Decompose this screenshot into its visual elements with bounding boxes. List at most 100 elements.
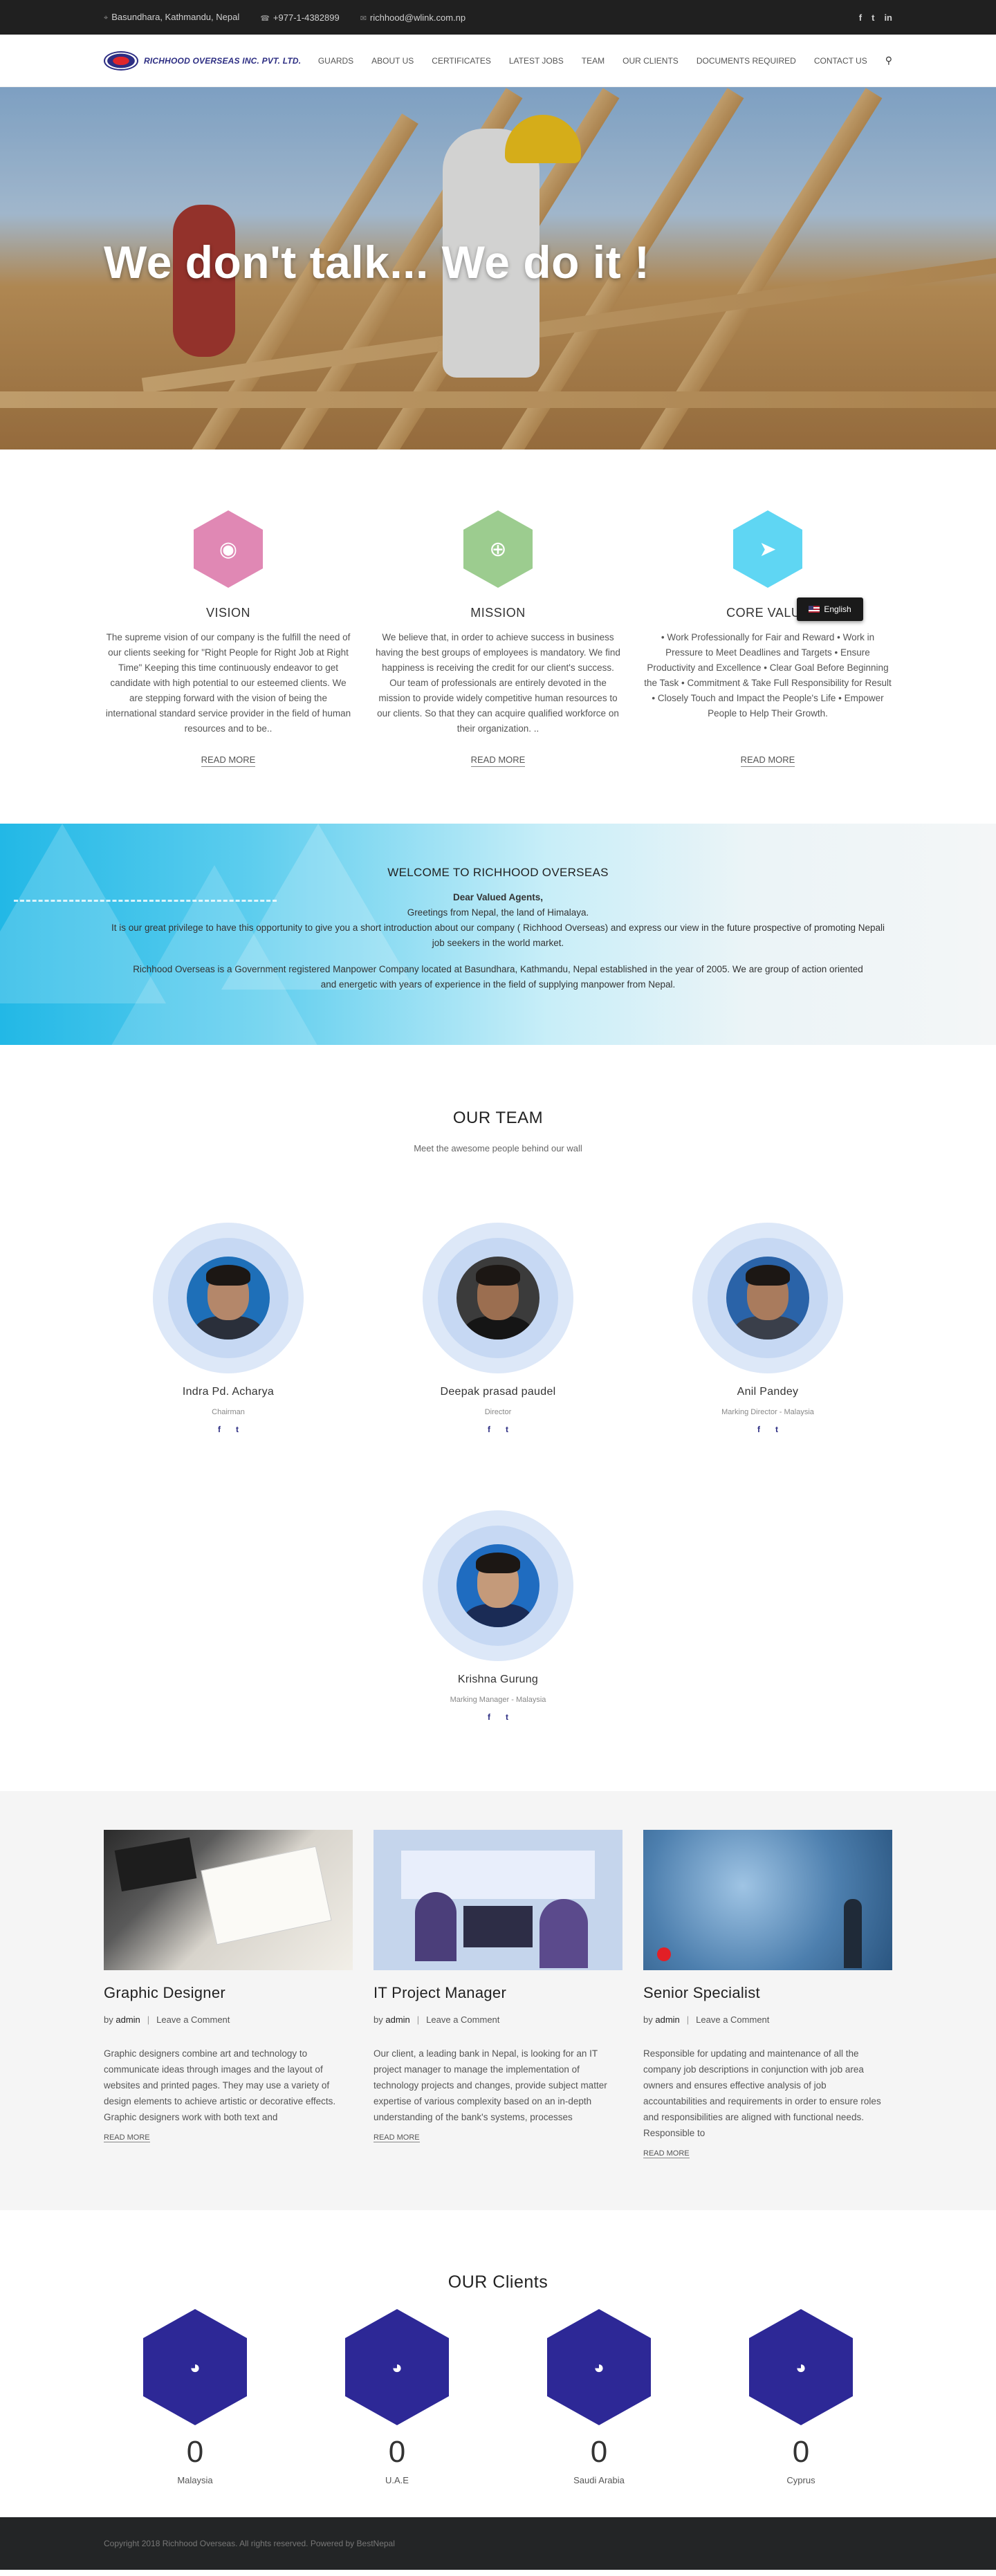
job-thumbnail[interactable] — [374, 1830, 622, 1970]
avatar-ring — [153, 1223, 304, 1373]
member-role: Chairman — [212, 1408, 245, 1416]
avatar-hair — [746, 1265, 790, 1286]
avatar — [456, 1257, 540, 1340]
client-country: Saudi Arabia — [573, 2475, 625, 2485]
brand-name: RICHHOOD OVERSEAS INC. PVT. LTD. — [144, 55, 302, 66]
client-country: Cyprus — [786, 2475, 815, 2485]
feature-text: We believe that, in order to achieve suc… — [376, 632, 620, 734]
facebook-icon[interactable]: f — [757, 1425, 760, 1434]
client-count: 0 — [186, 2435, 204, 2469]
team-row: Indra Pd. Acharya Chairman ft Deepak pra… — [0, 1223, 996, 1434]
job-author[interactable]: admin — [385, 2014, 409, 2025]
job-meta: by admin | Leave a Comment — [104, 2014, 353, 2025]
avatar-hair — [476, 1265, 520, 1286]
avatar-ring — [692, 1223, 843, 1373]
read-more-link[interactable]: READ MORE — [201, 754, 256, 767]
job-author[interactable]: admin — [655, 2014, 679, 2025]
phone: ☎ +977-1-4382899 — [260, 12, 340, 23]
leave-comment-link[interactable]: Leave a Comment — [696, 2014, 769, 2025]
nav-item-about-us[interactable]: ABOUT US — [371, 56, 414, 66]
vodafone-logo — [657, 1947, 671, 1961]
copyright-text: Copyright 2018 Richhood Overseas. All ri… — [104, 2539, 395, 2548]
client-country: U.A.E — [385, 2475, 409, 2485]
twitter-icon[interactable]: t — [872, 12, 874, 23]
job-excerpt: Responsible for updating and maintenance… — [643, 2048, 881, 2138]
job-card: Senior Specialist by admin | Leave a Comme… — [643, 1830, 892, 2176]
nav-item-certificates[interactable]: CERTIFICATES — [432, 56, 491, 66]
job-meta: by admin | Leave a Comment — [374, 2014, 622, 2025]
illustration-board — [401, 1851, 595, 1899]
twitter-icon[interactable]: t — [775, 1425, 778, 1434]
client-country: Malaysia — [177, 2475, 213, 2485]
client-hexagon: ◕ — [345, 2309, 449, 2425]
leave-comment-link[interactable]: Leave a Comment — [426, 2014, 499, 2025]
about-text: Richhood Overseas is a Government regist… — [133, 964, 863, 990]
job-title[interactable]: Graphic Designer — [104, 1984, 353, 2002]
job-author[interactable]: admin — [116, 2014, 140, 2025]
feature-text: The supreme vision of our company is the… — [105, 632, 351, 734]
read-more-link[interactable]: READ MORE — [643, 2149, 690, 2158]
twitter-icon[interactable]: t — [506, 1712, 508, 1722]
client-counter: ◕ 0 U.A.E — [345, 2309, 449, 2485]
facebook-icon[interactable]: f — [218, 1425, 221, 1434]
read-more-link[interactable]: READ MORE — [374, 2133, 420, 2142]
feature-core-value: ➤ CORE VALUE • Work Professionally for F… — [643, 510, 892, 767]
read-more-link[interactable]: READ MORE — [740, 754, 795, 767]
avatar-ring-inner — [438, 1238, 558, 1358]
lifebuoy-icon: ⊕ — [489, 537, 507, 561]
member-name: Anil Pandey — [737, 1386, 799, 1398]
member-role: Marking Director - Malaysia — [721, 1408, 814, 1416]
feature-title: MISSION — [470, 606, 526, 620]
nav-item-documents-required[interactable]: DOCUMENTS REQUIRED — [697, 56, 796, 66]
job-thumbnail[interactable] — [104, 1830, 353, 1970]
avatar-ring-inner — [438, 1526, 558, 1646]
sketch-paper — [201, 1846, 332, 1945]
logo[interactable]: RICHHOOD OVERSEAS INC. PVT. LTD. — [104, 50, 302, 71]
client-counter: ◕ 0 Cyprus — [749, 2309, 853, 2485]
hero-title: We don't talk... We do it ! — [104, 237, 650, 288]
client-hexagon: ◕ — [143, 2309, 247, 2425]
email[interactable]: ✉ richhood@wlink.com.np — [360, 12, 465, 23]
avatar-hair — [206, 1265, 250, 1286]
member-role: Marking Manager - Malaysia — [450, 1696, 546, 1704]
avatar-ring-inner — [708, 1238, 828, 1358]
search-icon[interactable]: ⚲ — [885, 55, 892, 66]
member-name: Krishna Gurung — [457, 1674, 539, 1685]
feature-hexagon: ⊕ — [463, 510, 533, 588]
leave-comment-link[interactable]: Leave a Comment — [156, 2014, 230, 2025]
businessman-figure — [844, 1899, 862, 1968]
facebook-icon[interactable]: f — [859, 12, 862, 23]
illustration-desk — [463, 1906, 533, 1947]
client-count: 0 — [792, 2435, 810, 2469]
meta-separator: | — [147, 2014, 150, 2025]
meta-separator: | — [686, 2014, 690, 2025]
avatar-hair — [476, 1553, 520, 1573]
avatar-ring-inner — [168, 1238, 288, 1358]
greeting-title: Dear Valued Agents, — [452, 892, 544, 902]
navbar: RICHHOOD OVERSEAS INC. PVT. LTD. GUARDS … — [0, 35, 996, 87]
facebook-icon[interactable]: f — [488, 1425, 490, 1434]
member-socials: ft — [153, 1425, 304, 1434]
facebook-icon[interactable]: f — [488, 1712, 490, 1722]
twitter-icon[interactable]: t — [506, 1425, 508, 1434]
job-thumbnail[interactable] — [643, 1830, 892, 1970]
feature-title: VISION — [205, 606, 250, 620]
read-more-link[interactable]: READ MORE — [104, 2133, 150, 2142]
nav-item-guards[interactable]: GUARDS — [318, 56, 353, 66]
job-title[interactable]: IT Project Manager — [374, 1984, 622, 2002]
team-row: Krishna Gurung Marking Manager - Malaysi… — [0, 1510, 996, 1722]
linkedin-icon[interactable]: in — [884, 12, 892, 23]
member-socials: ft — [423, 1425, 573, 1434]
greeting-line: Greetings from Nepal, the land of Himala… — [407, 907, 589, 918]
client-hexagon: ◕ — [547, 2309, 651, 2425]
client-count: 0 — [590, 2435, 608, 2469]
twitter-icon[interactable]: t — [236, 1425, 239, 1434]
nav-item-our-clients[interactable]: OUR CLIENTS — [622, 56, 679, 66]
language-switcher[interactable]: English — [797, 597, 863, 621]
nav-item-contact-us[interactable]: CONTACT US — [814, 56, 867, 66]
nav-item-latest-jobs[interactable]: LATEST JOBS — [509, 56, 564, 66]
main-nav: GUARDS ABOUT US CERTIFICATES LATEST JOBS… — [318, 55, 892, 66]
job-title[interactable]: Senior Specialist — [643, 1984, 892, 2002]
read-more-link[interactable]: READ MORE — [470, 754, 526, 767]
nav-item-team[interactable]: TEAM — [582, 56, 605, 66]
